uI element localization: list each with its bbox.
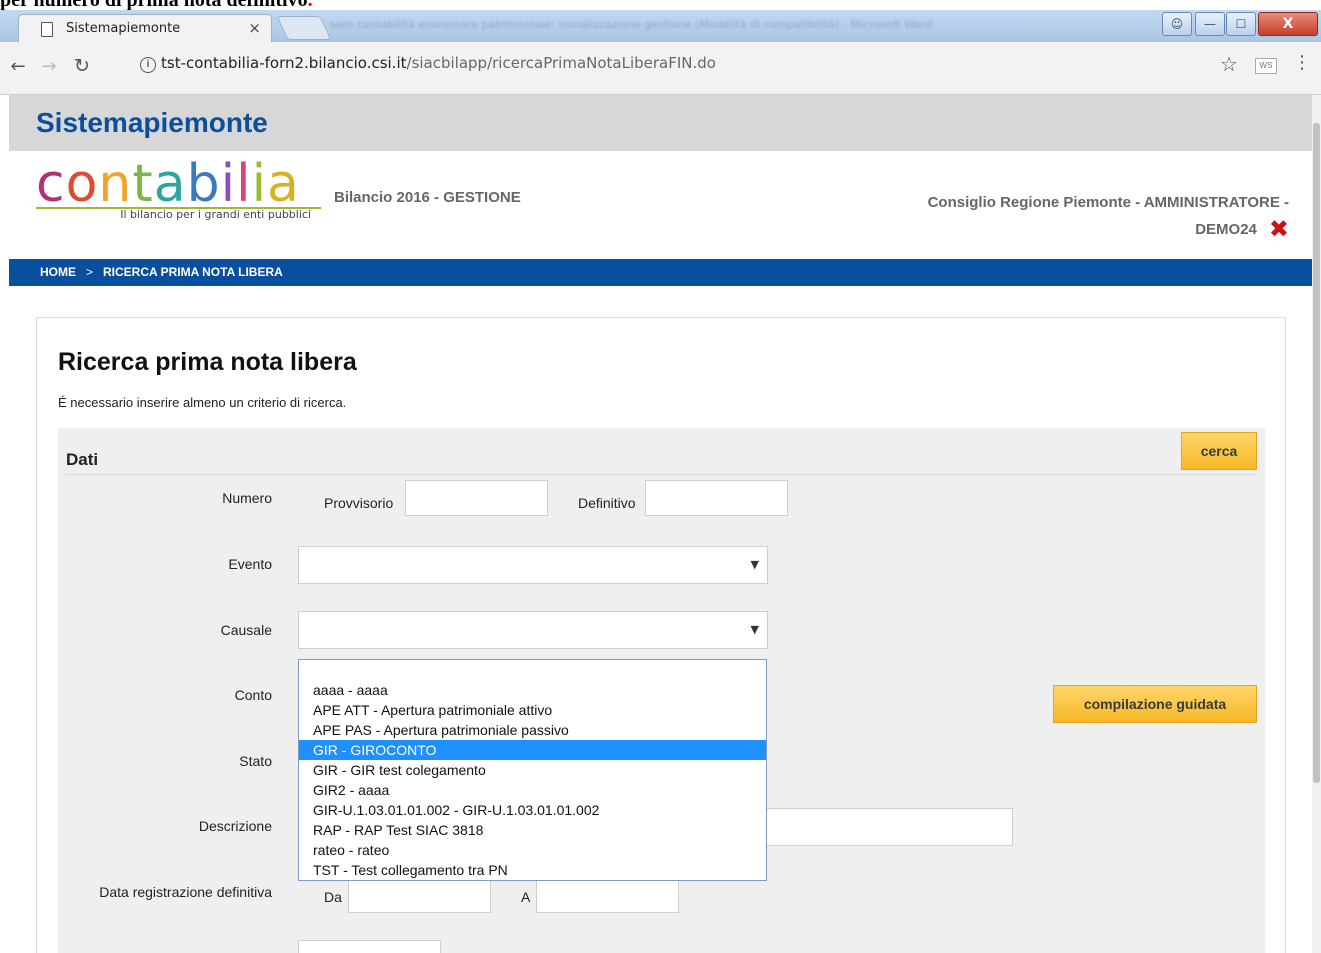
causale-option[interactable]: aaaa - aaaa xyxy=(299,680,766,700)
data-a-label: A xyxy=(521,889,531,905)
dati-title: Dati xyxy=(66,450,99,469)
minimize-button[interactable]: — xyxy=(1195,12,1225,36)
info-icon[interactable]: i xyxy=(140,57,156,73)
bookmark-star-icon[interactable]: ☆ xyxy=(1220,52,1238,76)
causale-options: aaaa - aaaa APE ATT - Apertura patrimonia… xyxy=(299,680,766,880)
evento-label: Evento xyxy=(228,556,272,572)
page-title: Ricerca prima nota libera xyxy=(58,348,357,376)
user-org-role: Consiglio Regione Piemonte - AMMINISTRAT… xyxy=(927,194,1289,211)
extension-icon[interactable]: WS xyxy=(1255,58,1277,74)
causale-dropdown-list[interactable]: aaaa - aaaa APE ATT - Apertura patrimonia… xyxy=(298,659,767,881)
causale-select[interactable]: ▼ xyxy=(298,611,768,649)
site-title[interactable]: Sistemapiemonte xyxy=(36,107,268,139)
background-window-title: sem contabilità economico patrimoniale: … xyxy=(330,18,933,31)
user-info: Consiglio Regione Piemonte - AMMINISTRAT… xyxy=(869,189,1289,243)
site-header: Sistemapiemonte xyxy=(9,95,1312,151)
breadcrumb: HOME > RICERCA PRIMA NOTA LIBERA xyxy=(9,259,1312,286)
compilazione-guidata-button[interactable]: compilazione guidata xyxy=(1053,685,1257,723)
back-arrow-icon[interactable]: ← xyxy=(6,54,30,78)
additional-input[interactable] xyxy=(298,940,441,953)
browser-toolbar: ← → ↻ i tst-contabilia-forn2.bilancio.cs… xyxy=(0,42,1321,95)
causale-option[interactable]: GIR - GIROCONTO xyxy=(299,740,766,760)
page-icon xyxy=(41,22,53,37)
forward-arrow-icon[interactable]: → xyxy=(37,54,61,78)
definitivo-input[interactable] xyxy=(645,480,788,516)
causale-option[interactable]: GIR2 - aaaa xyxy=(299,780,766,800)
dati-panel: Dati cerca Numero Provvisorio Definitivo… xyxy=(58,428,1265,953)
stato-label: Stato xyxy=(239,753,272,769)
breadcrumb-current: RICERCA PRIMA NOTA LIBERA xyxy=(103,265,283,279)
tab-close-icon[interactable]: × xyxy=(248,19,261,37)
causale-option[interactable]: APE ATT - Apertura patrimoniale attivo xyxy=(299,700,766,720)
numero-label: Numero xyxy=(222,490,272,506)
causale-label: Causale xyxy=(220,622,272,638)
breadcrumb-separator: > xyxy=(86,265,94,279)
browser-tab[interactable]: Sistemapiemonte × xyxy=(18,14,272,43)
causale-option[interactable]: GIR-U.1.03.01.01.002 - GIR-U.1.03.01.01.… xyxy=(299,800,766,820)
descrizione-label: Descrizione xyxy=(198,818,272,834)
causale-option[interactable]: APE PAS - Apertura patrimoniale passivo xyxy=(299,720,766,740)
tab-title: Sistemapiemonte xyxy=(66,21,181,36)
address-bar[interactable]: i tst-contabilia-forn2.bilancio.csi.it/s… xyxy=(103,50,1311,80)
breadcrumb-home-link[interactable]: HOME xyxy=(40,265,76,279)
logo-tagline: Il bilancio per i grandi enti pubblici xyxy=(120,208,311,221)
causale-option[interactable]: GIR - GIR test colegamento xyxy=(299,760,766,780)
conto-label: Conto xyxy=(234,687,272,703)
dati-header: Dati xyxy=(66,428,1256,475)
reload-icon[interactable]: ↻ xyxy=(70,54,94,78)
url-text[interactable]: tst-contabilia-forn2.bilancio.csi.it/sia… xyxy=(161,54,716,72)
new-tab-button[interactable] xyxy=(276,16,332,40)
browser-menu-icon[interactable]: ⋮ xyxy=(1293,52,1311,73)
web-page: Sistemapiemonte contabilia Il bilancio p… xyxy=(9,95,1312,953)
user-code: DEMO24 xyxy=(1195,221,1257,238)
provvisorio-label: Provvisorio xyxy=(324,495,394,511)
maximize-button[interactable]: ☐ xyxy=(1226,12,1256,36)
logo-word-svg: contabilia xyxy=(36,154,321,214)
browser-titlebar: Sistemapiemonte × sem contabilità econom… xyxy=(0,10,1321,43)
search-hint: É necessario inserire almeno un criterio… xyxy=(58,395,347,410)
data-registrazione-label: Data registrazione definitiva xyxy=(99,884,272,900)
causale-option[interactable]: RAP - RAP Test SIAC 3818 xyxy=(299,820,766,840)
contabilia-logo[interactable]: contabilia Il bilancio per i grandi enti… xyxy=(36,154,321,231)
data-da-label: Da xyxy=(324,889,342,905)
search-card: Ricerca prima nota libera É necessario i… xyxy=(36,317,1286,953)
causale-option[interactable]: rateo - rateo xyxy=(299,840,766,860)
close-window-button[interactable]: X xyxy=(1258,12,1318,36)
svg-text:contabilia: contabilia xyxy=(36,154,300,213)
chevron-down-icon: ▼ xyxy=(750,623,759,636)
causale-option[interactable]: TST - Test collegamento tra PN xyxy=(299,860,766,880)
logout-x-icon[interactable]: ✖ xyxy=(1269,216,1289,243)
evento-select[interactable]: ▼ xyxy=(298,546,768,584)
profile-icon[interactable]: ☺ xyxy=(1162,12,1192,36)
definitivo-label: Definitivo xyxy=(578,495,636,511)
provvisorio-input[interactable] xyxy=(405,480,548,516)
bilancio-year: Bilancio 2016 - GESTIONE xyxy=(334,189,521,206)
page-scrollbar[interactable] xyxy=(1312,95,1321,953)
chevron-down-icon: ▼ xyxy=(750,558,759,571)
scrollbar-thumb[interactable] xyxy=(1313,123,1320,783)
cerca-button[interactable]: cerca xyxy=(1181,432,1257,470)
